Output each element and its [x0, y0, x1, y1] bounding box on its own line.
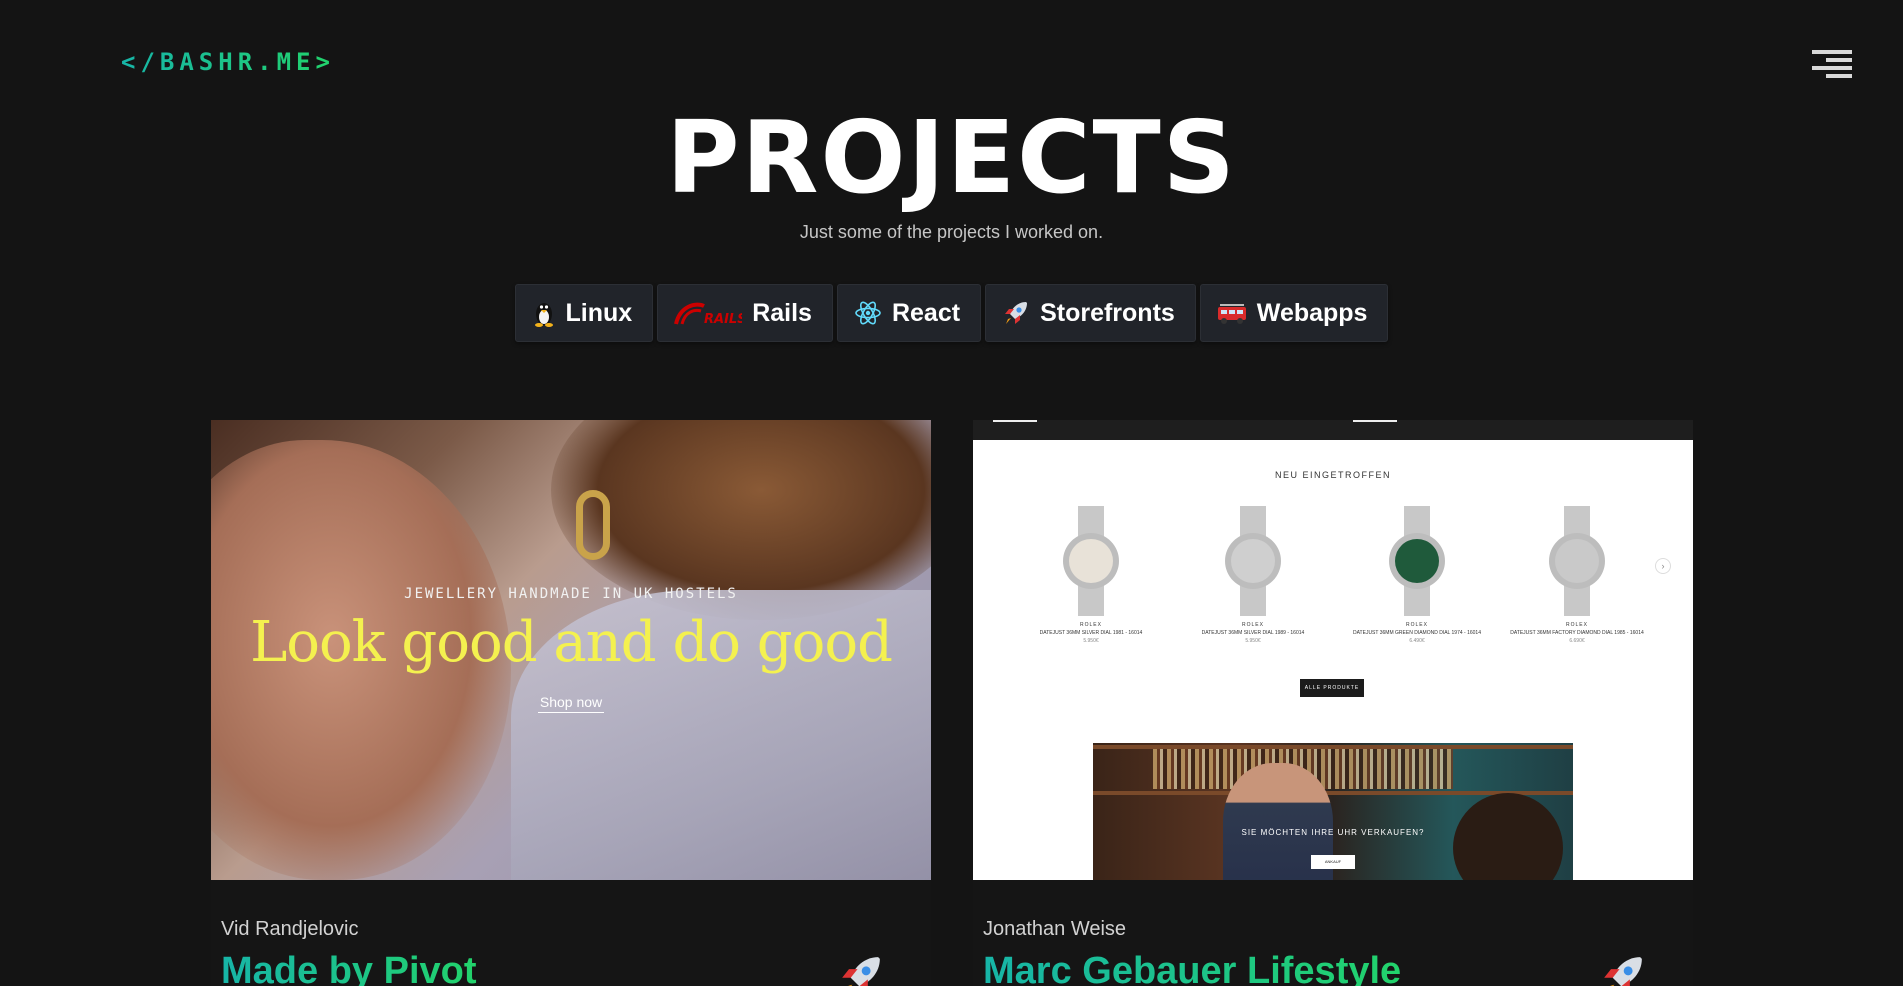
watch-product[interactable]: ROLEX DATEJUST 36MM SILVER DIAL 1989 - 1… — [1173, 506, 1333, 644]
sell-button[interactable]: ANKAUF — [1311, 855, 1355, 869]
project-author: Vid Randjelovic — [221, 918, 359, 940]
filter-react[interactable]: React — [836, 284, 982, 342]
category-filter-bar: Linux RAILS Rails React Storefronts Weba… — [0, 284, 1903, 342]
rocket-icon — [1002, 299, 1030, 327]
tux-penguin-icon — [532, 299, 556, 327]
hero-eyebrow: JEWELLERY HANDMADE IN UK HOSTELS — [404, 586, 738, 602]
fire-truck-icon — [1217, 300, 1247, 326]
filter-label: Webapps — [1256, 298, 1368, 327]
project-screenshot[interactable]: JEWELLERY HANDMADE IN UK HOSTELS Look go… — [211, 420, 931, 880]
project-screenshot[interactable]: NEU EINGETROFFEN ROLEX DATEJUST 36MM SIL… — [973, 420, 1693, 880]
sell-watch-text: SIE MÖCHTEN IHRE UHR VERKAUFEN? — [1241, 828, 1425, 837]
watch-product[interactable]: ROLEX DATEJUST 36MM SILVER DIAL 1981 - 1… — [1011, 506, 1171, 644]
page-title: PROJECTS — [666, 99, 1237, 216]
project-card[interactable]: NEU EINGETROFFEN ROLEX DATEJUST 36MM SIL… — [973, 420, 1693, 986]
filter-label: React — [891, 298, 961, 327]
filter-rails[interactable]: RAILS Rails — [657, 284, 833, 342]
all-products-button[interactable]: ALLE PRODUKTE — [1300, 679, 1364, 697]
filter-label: Storefronts — [1040, 298, 1175, 327]
filter-webapps[interactable]: Webapps — [1199, 284, 1389, 342]
project-card[interactable]: JEWELLERY HANDMADE IN UK HOSTELS Look go… — [211, 420, 931, 986]
react-atom-icon — [854, 300, 882, 326]
shop-now-link[interactable]: Shop now — [537, 694, 605, 713]
rocket-icon — [837, 952, 885, 986]
hero-headline: Look good and do good — [250, 610, 893, 675]
watch-product[interactable]: ROLEX DATEJUST 36MM GREEN DIAMOND DIAL 1… — [1337, 506, 1497, 644]
shop-interior-image: SIE MÖCHTEN IHRE UHR VERKAUFEN? ANKAUF — [1093, 743, 1573, 880]
filter-linux[interactable]: Linux — [514, 284, 654, 342]
filter-storefronts[interactable]: Storefronts — [985, 284, 1196, 342]
hamburger-menu-icon[interactable] — [1812, 48, 1852, 80]
carousel-next-icon[interactable]: › — [1655, 558, 1671, 574]
section-title: NEU EINGETROFFEN — [1274, 470, 1391, 480]
rocket-icon — [1599, 952, 1647, 986]
site-logo[interactable]: </BASHR.ME> — [121, 48, 335, 76]
svg-text:RAILS: RAILS — [704, 312, 742, 326]
project-author: Jonathan Weise — [983, 918, 1127, 940]
filter-label: Rails — [752, 298, 812, 327]
watch-product[interactable]: ROLEX DATEJUST 36MM FACTORY DIAMOND DIAL… — [1497, 506, 1657, 644]
project-title[interactable]: Made by Pivot — [221, 950, 477, 986]
rails-logo-icon: RAILS — [674, 300, 742, 326]
project-title[interactable]: Marc Gebauer Lifestyle — [983, 950, 1401, 986]
page-subtitle: Just some of the projects I worked on. — [799, 222, 1104, 242]
earring-image — [576, 490, 610, 560]
filter-label: Linux — [565, 298, 633, 327]
